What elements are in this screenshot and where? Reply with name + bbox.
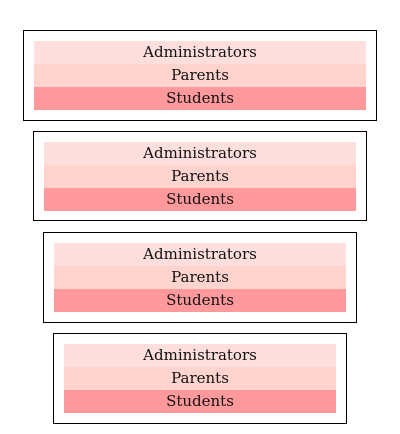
- stack-box-2: Administrators Parents Students: [33, 131, 367, 221]
- row-students: Students: [54, 289, 346, 312]
- stack-box-3: Administrators Parents Students: [43, 232, 357, 323]
- row-parents: Parents: [64, 367, 336, 390]
- row-administrators: Administrators: [64, 344, 336, 367]
- row-students: Students: [64, 390, 336, 413]
- row-parents: Parents: [34, 64, 366, 87]
- row-parents: Parents: [44, 165, 356, 188]
- row-administrators: Administrators: [44, 142, 356, 165]
- stack-rows: Administrators Parents Students: [54, 243, 346, 312]
- row-students: Students: [44, 188, 356, 211]
- row-students: Students: [34, 87, 366, 110]
- stack-rows: Administrators Parents Students: [64, 344, 336, 413]
- row-parents: Parents: [54, 266, 346, 289]
- stack-rows: Administrators Parents Students: [44, 142, 356, 211]
- stack-box-4: Administrators Parents Students: [53, 333, 347, 424]
- row-administrators: Administrators: [34, 41, 366, 64]
- stack-box-1: Administrators Parents Students: [23, 30, 377, 121]
- row-administrators: Administrators: [54, 243, 346, 266]
- stack-rows: Administrators Parents Students: [34, 41, 366, 110]
